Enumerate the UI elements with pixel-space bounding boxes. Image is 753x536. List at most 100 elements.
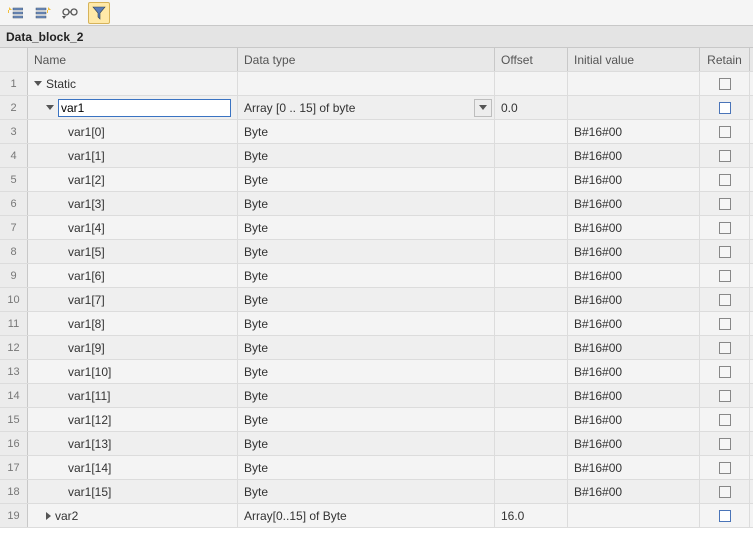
- header-initial[interactable]: Initial value: [568, 48, 700, 71]
- row-number[interactable]: 14: [0, 384, 28, 407]
- cell-datatype[interactable]: Byte: [238, 384, 495, 407]
- cell-initial-value[interactable]: [568, 72, 700, 95]
- cell-name[interactable]: var1[4]: [28, 216, 238, 239]
- row-number[interactable]: 10: [0, 288, 28, 311]
- cell-name[interactable]: var1[12]: [28, 408, 238, 431]
- table-row[interactable]: 10var1[7]Byte B#16#00: [0, 288, 753, 312]
- table-row[interactable]: 7var1[4]Byte B#16#00: [0, 216, 753, 240]
- cell-name[interactable]: var1[6]: [28, 264, 238, 287]
- cell-datatype[interactable]: Byte: [238, 312, 495, 335]
- table-row[interactable]: 11var1[8]Byte B#16#00: [0, 312, 753, 336]
- table-row[interactable]: 9var1[6]Byte B#16#00: [0, 264, 753, 288]
- cell-initial-value[interactable]: B#16#00: [568, 384, 700, 407]
- cell-datatype[interactable]: Byte: [238, 288, 495, 311]
- cell-name[interactable]: var1[2]: [28, 168, 238, 191]
- table-row[interactable]: 5var1[2]Byte B#16#00: [0, 168, 753, 192]
- cell-datatype[interactable]: Byte: [238, 480, 495, 503]
- cell-initial-value[interactable]: B#16#00: [568, 480, 700, 503]
- cell-name[interactable]: var1[9]: [28, 336, 238, 359]
- cell-name[interactable]: var2: [28, 504, 238, 527]
- cell-name[interactable]: [28, 96, 238, 119]
- cell-initial-value[interactable]: B#16#00: [568, 264, 700, 287]
- cell-datatype[interactable]: Byte: [238, 240, 495, 263]
- cell-datatype[interactable]: Byte: [238, 456, 495, 479]
- cell-datatype[interactable]: Byte: [238, 408, 495, 431]
- chevron-right-icon[interactable]: [46, 512, 51, 520]
- cell-datatype[interactable]: Byte: [238, 432, 495, 455]
- cell-name[interactable]: var1[5]: [28, 240, 238, 263]
- cell-initial-value[interactable]: B#16#00: [568, 192, 700, 215]
- row-number[interactable]: 12: [0, 336, 28, 359]
- cell-initial-value[interactable]: B#16#00: [568, 240, 700, 263]
- cell-name[interactable]: var1[8]: [28, 312, 238, 335]
- row-number[interactable]: 1: [0, 72, 28, 95]
- cell-initial-value[interactable]: B#16#00: [568, 432, 700, 455]
- header-offset[interactable]: Offset: [495, 48, 568, 71]
- cell-initial-value[interactable]: B#16#00: [568, 312, 700, 335]
- chevron-down-icon[interactable]: [46, 105, 54, 110]
- name-input[interactable]: [58, 99, 231, 117]
- row-number[interactable]: 7: [0, 216, 28, 239]
- table-row[interactable]: 6var1[3]Byte B#16#00: [0, 192, 753, 216]
- cell-initial-value[interactable]: B#16#00: [568, 216, 700, 239]
- cell-initial-value[interactable]: B#16#00: [568, 288, 700, 311]
- cell-datatype[interactable]: Array[0..15] of Byte: [238, 504, 495, 527]
- table-row[interactable]: 12var1[9]ByteB#16#00: [0, 336, 753, 360]
- cell-initial-value[interactable]: B#16#00: [568, 120, 700, 143]
- table-row[interactable]: 13var1[10]ByteB#16#00: [0, 360, 753, 384]
- row-number[interactable]: 15: [0, 408, 28, 431]
- cell-initial-value[interactable]: B#16#00: [568, 336, 700, 359]
- table-row[interactable]: 16var1[13]Byte B#16#00: [0, 432, 753, 456]
- datatype-dropdown-button[interactable]: [474, 99, 492, 117]
- cell-initial-value[interactable]: B#16#00: [568, 408, 700, 431]
- table-row[interactable]: 2Array [0 .. 15] of byte0.0: [0, 96, 753, 120]
- cell-datatype[interactable]: Byte: [238, 192, 495, 215]
- cell-datatype[interactable]: Byte: [238, 264, 495, 287]
- cell-initial-value[interactable]: [568, 504, 700, 527]
- retain-checkbox[interactable]: [719, 102, 731, 114]
- row-number[interactable]: 11: [0, 312, 28, 335]
- cell-name[interactable]: var1[0]: [28, 120, 238, 143]
- table-row[interactable]: 19var2Array[0..15] of Byte16.0: [0, 504, 753, 528]
- cell-name[interactable]: var1[14]: [28, 456, 238, 479]
- cell-datatype[interactable]: Byte: [238, 168, 495, 191]
- row-number[interactable]: 4: [0, 144, 28, 167]
- row-number[interactable]: 5: [0, 168, 28, 191]
- cell-name[interactable]: var1[1]: [28, 144, 238, 167]
- cell-initial-value[interactable]: B#16#00: [568, 168, 700, 191]
- cell-initial-value[interactable]: B#16#00: [568, 360, 700, 383]
- row-number[interactable]: 16: [0, 432, 28, 455]
- cell-datatype[interactable]: Byte: [238, 120, 495, 143]
- cell-initial-value[interactable]: B#16#00: [568, 144, 700, 167]
- cell-datatype[interactable]: Byte: [238, 144, 495, 167]
- cell-datatype[interactable]: Byte: [238, 216, 495, 239]
- table-row[interactable]: 17var1[14]ByteB#16#00: [0, 456, 753, 480]
- cell-initial-value[interactable]: [568, 96, 700, 119]
- cell-name[interactable]: var1[11]: [28, 384, 238, 407]
- row-number[interactable]: 18: [0, 480, 28, 503]
- row-number[interactable]: 8: [0, 240, 28, 263]
- cell-datatype[interactable]: [238, 72, 495, 95]
- cell-name[interactable]: var1[15]: [28, 480, 238, 503]
- toolbar-btn-filter[interactable]: [88, 2, 110, 24]
- row-number[interactable]: 19: [0, 504, 28, 527]
- table-row[interactable]: 8var1[5]Byte B#16#00: [0, 240, 753, 264]
- cell-name[interactable]: var1[7]: [28, 288, 238, 311]
- table-row[interactable]: 4var1[1]Byte B#16#00: [0, 144, 753, 168]
- table-row[interactable]: 14var1[11]Byte B#16#00: [0, 384, 753, 408]
- header-name[interactable]: Name: [28, 48, 238, 71]
- row-number[interactable]: 2: [0, 96, 28, 119]
- cell-name[interactable]: Static: [28, 72, 238, 95]
- row-number[interactable]: 6: [0, 192, 28, 215]
- row-number[interactable]: 17: [0, 456, 28, 479]
- row-number[interactable]: 3: [0, 120, 28, 143]
- toolbar-btn-expand-view[interactable]: [60, 2, 82, 24]
- header-datatype[interactable]: Data type: [238, 48, 495, 71]
- cell-name[interactable]: var1[13]: [28, 432, 238, 455]
- toolbar-btn-new-row[interactable]: [4, 2, 26, 24]
- table-row[interactable]: 18var1[15]Byte B#16#00: [0, 480, 753, 504]
- toolbar-btn-insert-row[interactable]: [32, 2, 54, 24]
- cell-name[interactable]: var1[3]: [28, 192, 238, 215]
- retain-checkbox[interactable]: [719, 510, 731, 522]
- row-number[interactable]: 9: [0, 264, 28, 287]
